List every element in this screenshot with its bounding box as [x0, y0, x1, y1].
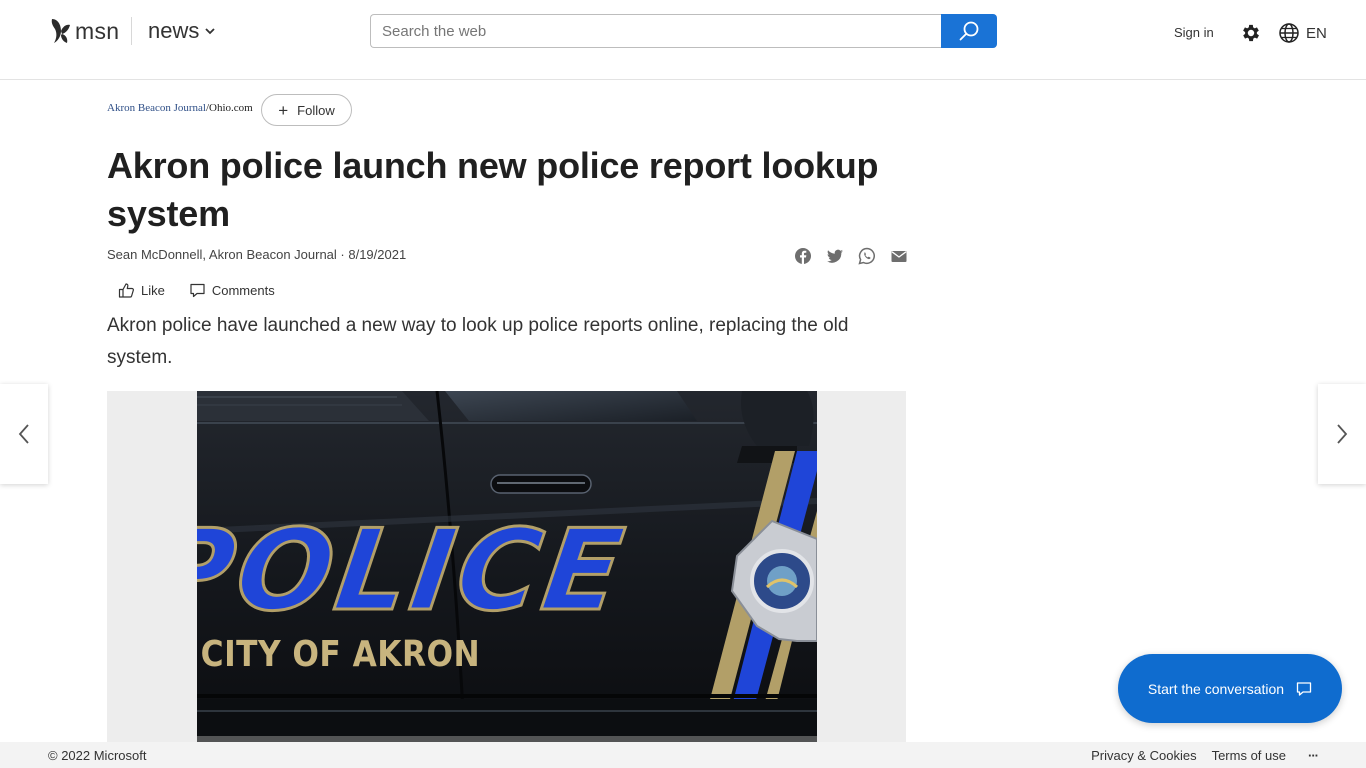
publisher-site: /Ohio.com	[205, 102, 253, 114]
privacy-link[interactable]: Privacy & Cookies	[1091, 748, 1196, 763]
comments-label: Comments	[211, 283, 275, 298]
terms-link[interactable]: Terms of use	[1212, 748, 1286, 763]
chevron-left-icon	[18, 424, 29, 444]
globe-icon	[1279, 23, 1299, 43]
like-button[interactable]: Like	[118, 282, 165, 299]
engagement-bar: Like Comments	[118, 282, 299, 299]
like-label: Like	[141, 283, 165, 298]
mail-icon[interactable]	[890, 247, 908, 265]
follow-label: Follow	[297, 102, 335, 118]
more-options-icon[interactable]: ···	[1308, 748, 1319, 763]
page-footer: © 2022 Microsoft Privacy & Cookies Terms…	[0, 742, 1366, 768]
comments-button[interactable]: Comments	[189, 282, 275, 299]
chevron-right-icon	[1337, 424, 1348, 444]
sign-in-link[interactable]: Sign in	[1174, 25, 1214, 40]
thumbs-up-icon	[118, 283, 134, 298]
comment-icon	[190, 283, 205, 298]
language-code: EN	[1306, 24, 1327, 42]
article-byline: Sean McDonnell, Akron Beacon Journal · 8…	[107, 247, 407, 262]
whatsapp-icon[interactable]	[858, 247, 876, 265]
conversation-label: Start the conversation	[1147, 680, 1285, 697]
article-summary: Akron police have launched a new way to …	[107, 315, 849, 368]
facebook-icon[interactable]	[794, 247, 812, 265]
publisher-logo[interactable]: Akron Beacon Journal/Ohio.com	[107, 102, 253, 114]
language-selector[interactable]: EN	[1278, 22, 1327, 44]
twitter-icon[interactable]	[826, 247, 844, 265]
article-title: Akron police launch new police report lo…	[107, 145, 879, 234]
section-label: news	[148, 18, 200, 43]
police-car-photo: POLICE CITY OF AKRON	[197, 391, 817, 743]
search-input[interactable]	[370, 14, 941, 48]
copyright-text: © 2022 Microsoft	[48, 748, 147, 763]
police-car-illustration: POLICE CITY OF AKRON	[197, 391, 817, 743]
search-icon	[959, 21, 979, 41]
next-article-button[interactable]	[1318, 384, 1366, 484]
share-bar	[794, 247, 908, 265]
butterfly-icon	[51, 19, 70, 43]
msn-wordmark: msn	[75, 17, 120, 44]
search-button[interactable]	[941, 14, 997, 48]
city-text: CITY OF AKRON	[201, 633, 480, 674]
chat-bubble-icon	[1296, 681, 1312, 696]
top-header: msn news Sign in EN	[0, 0, 1366, 80]
footer-links: Privacy & Cookies Terms of use ···	[1076, 748, 1319, 763]
start-conversation-button[interactable]: Start the conversation	[1118, 654, 1342, 723]
logo-divider	[131, 17, 132, 45]
article-image-frame: POLICE CITY OF AKRON	[107, 391, 906, 743]
search-box	[370, 14, 997, 48]
section-menu-button[interactable]: news	[148, 17, 215, 45]
publisher-name: Akron Beacon Journal	[107, 102, 206, 114]
previous-article-button[interactable]	[0, 384, 48, 484]
chevron-down-icon	[205, 28, 215, 35]
gear-icon[interactable]	[1240, 22, 1262, 44]
plus-icon: +	[278, 100, 289, 120]
police-text: POLICE	[197, 506, 634, 636]
msn-logo[interactable]: msn	[48, 16, 119, 46]
follow-button[interactable]: + Follow	[261, 94, 352, 126]
